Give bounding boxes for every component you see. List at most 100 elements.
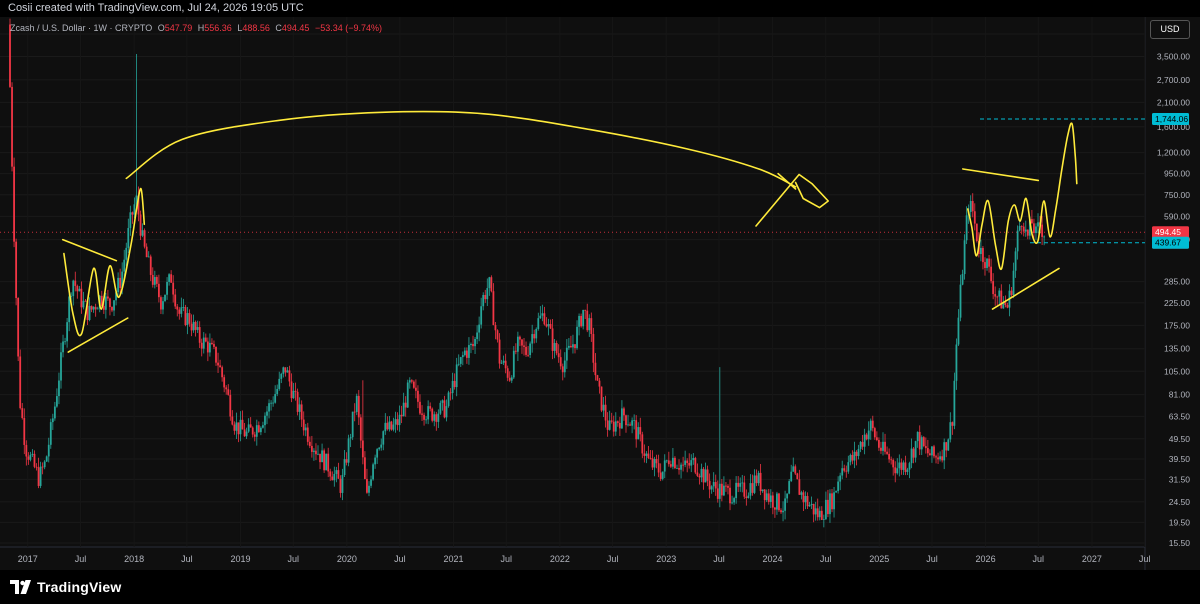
candle-body [300, 404, 303, 420]
candle-body [247, 424, 250, 432]
candle-body [343, 459, 346, 475]
time-tick-label: 2027 [1082, 554, 1102, 564]
candle-body [592, 334, 595, 363]
candle-body [980, 247, 982, 255]
candle-body [304, 427, 307, 431]
candle-body [376, 449, 379, 458]
currency-button[interactable]: USD [1150, 20, 1190, 39]
candle-body [66, 322, 69, 342]
candle-body [816, 508, 819, 518]
candle-body [23, 417, 26, 445]
candle-body [586, 310, 589, 331]
candle-body [959, 284, 962, 318]
candle-body [643, 453, 646, 456]
candle-body [963, 240, 966, 275]
candle-body [751, 483, 754, 493]
candle-body [888, 453, 891, 460]
candle-body [922, 437, 925, 447]
candle-body [145, 246, 148, 258]
candle-body [782, 510, 784, 513]
candle-body [655, 459, 658, 464]
candle-body [425, 419, 428, 421]
candle-body [147, 256, 150, 258]
candle-body [698, 475, 701, 478]
candle-body [982, 247, 984, 263]
candle-body [798, 479, 801, 495]
candle-body [873, 428, 876, 438]
candle-body [802, 492, 805, 503]
candle-body [445, 406, 448, 418]
candle-body [88, 305, 91, 320]
candle-body [153, 277, 156, 285]
candle-body [661, 471, 664, 479]
candle-body [419, 401, 421, 414]
candle-body [404, 402, 407, 408]
candle-body [749, 483, 752, 496]
candle-body [102, 306, 105, 310]
candle-body [323, 450, 326, 471]
candle-body [64, 341, 66, 343]
candle-body [119, 277, 122, 288]
candle-body [221, 367, 224, 378]
candle-body [780, 510, 782, 513]
candle-body [855, 451, 858, 457]
candle-body [871, 420, 874, 429]
candle-body [516, 336, 519, 352]
candle-body [182, 307, 185, 308]
candle-body [1000, 290, 1003, 309]
candle-body [484, 294, 487, 300]
candle-body [561, 366, 564, 373]
candle-body [74, 280, 77, 286]
candle-body [494, 325, 497, 331]
candle-body [822, 519, 825, 520]
candle-body [641, 434, 644, 454]
candle-body [767, 493, 770, 502]
candle-body [926, 448, 929, 454]
candle-body [364, 457, 366, 479]
candle-body [896, 468, 899, 474]
candle-body [270, 402, 272, 404]
time-tick-label: Jul [287, 554, 299, 564]
candle-body [722, 485, 725, 496]
candle-body [421, 413, 423, 415]
candle-body [984, 262, 986, 268]
candle-body [129, 212, 132, 229]
candle-body [841, 468, 844, 476]
candle-body [706, 469, 709, 481]
candle-body [1033, 223, 1035, 234]
candle-body [845, 470, 848, 472]
candle-body [880, 447, 882, 451]
price-chart[interactable]: 4,500.003,500.002,700.002,100.001,600.00… [0, 17, 1200, 570]
candle-body [686, 460, 689, 463]
tradingview-logo: TradingView [10, 577, 121, 597]
candle-body [600, 386, 603, 411]
candle-body [443, 400, 446, 418]
candle-body [998, 290, 1001, 297]
candle-body [298, 404, 301, 412]
candle-body [251, 427, 254, 435]
candle-body [614, 421, 617, 432]
candle-body [663, 460, 666, 472]
candle-body [317, 453, 319, 455]
price-tick-label: 31.50 [1169, 474, 1191, 484]
candle-body [957, 317, 960, 345]
candle-body [849, 454, 852, 463]
candle-body [198, 327, 201, 343]
candle-body [274, 394, 277, 403]
price-badge-label-level: 439.67 [1155, 238, 1181, 248]
candle-body [184, 307, 187, 326]
candle-body [733, 498, 735, 503]
candle-body [559, 357, 562, 367]
candle-body [510, 377, 513, 381]
price-tick-label: 105.00 [1164, 366, 1190, 376]
candle-body [865, 434, 868, 440]
time-tick-label: 2026 [976, 554, 996, 564]
candle-body [625, 415, 627, 426]
candle-body [37, 467, 40, 486]
candle-body [623, 408, 625, 416]
candle-body [1022, 226, 1025, 232]
candle-body [333, 473, 336, 481]
candle-body [217, 362, 219, 366]
candle-body [359, 417, 362, 441]
candle-body [257, 425, 260, 433]
